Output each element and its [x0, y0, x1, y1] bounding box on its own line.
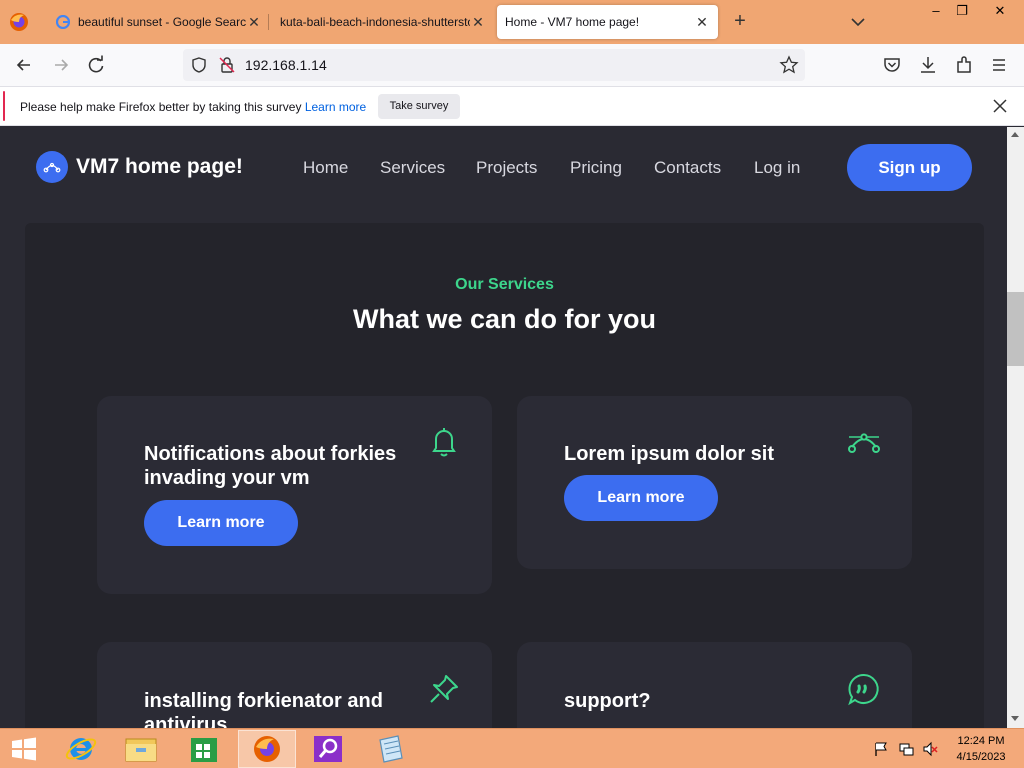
survey-notification-bar: Please help make Firefox better by takin…	[0, 86, 1024, 126]
tab-bar: beautiful sunset - Google Search ✕ kuta-…	[0, 0, 1024, 44]
notification-text: Please help make Firefox better by takin…	[20, 100, 302, 114]
restore-icon[interactable]: ❐	[946, 0, 978, 22]
internet-explorer-icon[interactable]	[52, 730, 110, 768]
firefox-taskbar-button[interactable]	[238, 730, 296, 768]
nav-services[interactable]: Services	[380, 158, 445, 178]
close-tab-icon[interactable]: ✕	[470, 14, 486, 31]
nav-pricing[interactable]: Pricing	[570, 158, 622, 178]
tab-vm7-home[interactable]: Home - VM7 home page! ✕	[497, 5, 718, 39]
start-windows-icon[interactable]	[0, 730, 48, 768]
bell-icon	[432, 428, 456, 457]
new-tab-icon[interactable]: +	[730, 11, 750, 33]
tab-google-search[interactable]: beautiful sunset - Google Search ✕	[52, 5, 262, 39]
card-title: installing forkienator and antivirus	[144, 690, 383, 728]
bookmark-star-icon[interactable]	[779, 55, 799, 75]
section-eyebrow: Our Services	[455, 276, 554, 293]
action-center-flag-icon[interactable]	[873, 741, 889, 757]
card-title: support?	[564, 690, 651, 712]
learn-more-button[interactable]: Learn more	[144, 500, 298, 546]
services-section: Our Services What we can do for you Noti…	[25, 223, 984, 728]
brand-logo[interactable]	[36, 151, 68, 183]
scrollbar-thumb[interactable]	[1007, 292, 1024, 366]
url-text: 192.168.1.14	[245, 57, 327, 73]
close-icon[interactable]	[990, 96, 1010, 116]
service-card-forkienator: installing forkienator and antivirus	[97, 642, 492, 728]
store-icon[interactable]	[175, 730, 233, 768]
notification-message: Please help make Firefox better by takin…	[20, 100, 366, 114]
tab-bali-beach[interactable]: kuta-bali-beach-indonesia-shutterstock ✕	[276, 5, 486, 39]
firefox-icon	[254, 736, 280, 762]
pin-icon	[430, 675, 458, 703]
nav-contacts[interactable]: Contacts	[654, 158, 721, 178]
firefox-menu-icon[interactable]	[8, 11, 30, 33]
system-clock[interactable]: 12:24 PM 4/15/2023	[950, 733, 1012, 765]
learn-more-link[interactable]: Learn more	[305, 100, 366, 114]
page-scrollbar[interactable]	[1007, 127, 1024, 728]
scroll-down-icon[interactable]	[1011, 716, 1019, 721]
scroll-up-icon[interactable]	[1011, 132, 1019, 137]
sign-up-button[interactable]: Sign up	[847, 144, 972, 191]
address-bar[interactable]: 192.168.1.14	[183, 49, 805, 81]
learn-more-button[interactable]: Learn more	[564, 475, 718, 521]
google-icon	[56, 15, 70, 29]
extensions-icon[interactable]	[953, 54, 975, 76]
shield-icon[interactable]	[190, 56, 208, 74]
bezier-icon	[43, 162, 61, 173]
tab-title: Home - VM7 home page!	[505, 15, 640, 29]
navigation-toolbar: 192.168.1.14	[0, 44, 1024, 86]
clock-date: 4/15/2023	[956, 751, 1006, 763]
close-tab-icon[interactable]: ✕	[246, 14, 262, 31]
reload-icon[interactable]	[85, 54, 107, 76]
nav-login[interactable]: Log in	[754, 158, 800, 178]
tab-title: kuta-bali-beach-indonesia-shutterstock	[280, 15, 470, 29]
web-page: VM7 home page! Home Services Projects Pr…	[0, 127, 1007, 728]
close-tab-icon[interactable]: ✕	[694, 14, 710, 31]
file-explorer-icon[interactable]	[112, 730, 170, 768]
nav-home[interactable]: Home	[303, 158, 348, 178]
network-icon[interactable]	[898, 741, 914, 757]
nav-projects[interactable]: Projects	[476, 158, 537, 178]
windows-taskbar: 12:24 PM 4/15/2023	[0, 728, 1024, 768]
notification-accent	[3, 91, 5, 121]
volume-muted-icon[interactable]	[922, 741, 938, 757]
chevron-down-icon[interactable]	[849, 12, 867, 32]
insecure-lock-icon[interactable]	[218, 56, 236, 74]
hamburger-menu-icon[interactable]	[988, 54, 1010, 76]
card-title: Lorem ipsum dolor sit	[564, 443, 775, 465]
chat-icon	[848, 673, 879, 706]
service-card-support: support?	[517, 642, 912, 728]
service-card-lorem: Lorem ipsum dolor sit Learn more	[517, 396, 912, 569]
service-card-notifications: Notifications about forkies invading you…	[97, 396, 492, 594]
tab-separator	[268, 14, 269, 30]
magnifier-icon[interactable]	[300, 730, 358, 768]
pocket-icon[interactable]	[881, 54, 903, 76]
tab-title: beautiful sunset - Google Search	[78, 15, 246, 29]
notepad-icon[interactable]	[362, 730, 420, 768]
download-icon[interactable]	[917, 54, 939, 76]
bezier-icon	[848, 433, 880, 453]
close-window-icon[interactable]: ✕	[984, 0, 1016, 22]
back-icon[interactable]	[13, 54, 35, 76]
take-survey-button[interactable]: Take survey	[378, 94, 460, 119]
clock-time: 12:24 PM	[957, 735, 1005, 747]
forward-icon[interactable]	[50, 54, 72, 76]
section-heading: What we can do for you	[352, 304, 656, 334]
card-title: Notifications about forkies invading you…	[144, 443, 397, 489]
brand-name[interactable]: VM7 home page!	[76, 155, 243, 179]
